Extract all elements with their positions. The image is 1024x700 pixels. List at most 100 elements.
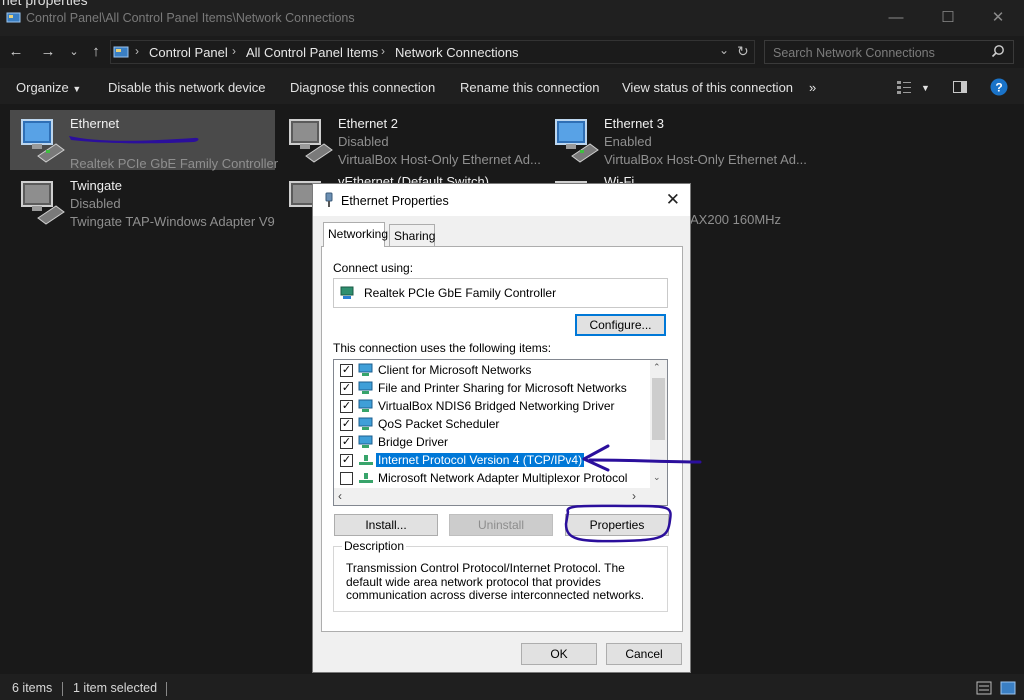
scroll-left-icon[interactable]: ‹ bbox=[338, 489, 342, 503]
connection-adapter: VirtualBox Host-Only Ethernet Ad... bbox=[604, 152, 807, 167]
address-bar[interactable]: › Control Panel › All Control Panel Item… bbox=[110, 40, 755, 64]
search-box[interactable]: Search Network Connections bbox=[764, 40, 1014, 64]
dialog-title: Ethernet Properties bbox=[341, 194, 449, 208]
list-item[interactable]: Microsoft Network Adapter Multiplexor Pr… bbox=[340, 470, 640, 487]
tab-networking[interactable]: Networking bbox=[323, 222, 388, 247]
item-label: File and Printer Sharing for Microsoft N… bbox=[378, 381, 627, 395]
view-status-button[interactable]: View status of this connection bbox=[622, 80, 793, 95]
scroll-down-icon[interactable]: ⌄ bbox=[653, 472, 661, 483]
list-item[interactable]: ✓ VirtualBox NDIS6 Bridged Networking Dr… bbox=[340, 398, 640, 415]
dialog-title-bar: Ethernet Properties ✕ bbox=[313, 184, 690, 216]
back-arrow-icon[interactable]: ← bbox=[6, 41, 26, 63]
item-label: Microsoft Network Adapter Multiplexor Pr… bbox=[378, 471, 628, 485]
connection-ethernet[interactable]: Ethernet Realtek PCIe GbE Family Control… bbox=[10, 110, 279, 171]
network-service-icon bbox=[358, 399, 373, 412]
search-icon[interactable] bbox=[991, 44, 1005, 58]
network-adapter-icon bbox=[21, 119, 65, 163]
checkbox[interactable]: ✓ bbox=[340, 364, 353, 377]
item-count: 6 items bbox=[12, 681, 53, 695]
connection-name: Ethernet 3 bbox=[604, 116, 664, 131]
title-bar: net properties Control Panel\All Control… bbox=[0, 0, 1024, 36]
list-item[interactable]: ✓ File and Printer Sharing for Microsoft… bbox=[340, 380, 640, 397]
components-list[interactable]: ✓ Client for Microsoft Networks ✓ File a… bbox=[333, 359, 668, 506]
checkbox[interactable]: ✓ bbox=[340, 436, 353, 449]
connection-name: Ethernet 2 bbox=[338, 116, 398, 131]
list-item-ipv4[interactable]: ✓ Internet Protocol Version 4 (TCP/IPv4) bbox=[340, 452, 640, 469]
properties-button[interactable]: Properties bbox=[565, 514, 669, 536]
checkbox[interactable]: ✓ bbox=[340, 418, 353, 431]
network-adapter-icon bbox=[555, 119, 599, 163]
change-view-icon[interactable] bbox=[896, 79, 912, 95]
network-adapter-icon bbox=[340, 286, 354, 299]
network-service-icon bbox=[358, 435, 373, 448]
forward-arrow-icon[interactable]: → bbox=[38, 41, 58, 63]
details-view-icon[interactable] bbox=[976, 681, 992, 695]
breadcrumb-separator-icon: › bbox=[135, 44, 139, 58]
breadcrumb-separator-icon: › bbox=[381, 44, 385, 58]
adapter-name: Realtek PCIe GbE Family Controller bbox=[364, 286, 557, 300]
install-button[interactable]: Install... bbox=[334, 514, 438, 536]
item-label: QoS Packet Scheduler bbox=[378, 417, 500, 431]
checkbox[interactable]: ✓ bbox=[340, 454, 353, 467]
connection-status: Disabled bbox=[70, 196, 121, 211]
checkbox[interactable]: ✓ bbox=[340, 382, 353, 395]
items-label: This connection uses the following items… bbox=[333, 341, 552, 355]
list-item[interactable]: ✓ Client for Microsoft Networks bbox=[340, 362, 640, 379]
rename-button[interactable]: Rename this connection bbox=[460, 80, 599, 95]
item-label: Client for Microsoft Networks bbox=[378, 363, 532, 377]
more-commands-button[interactable]: » bbox=[809, 80, 816, 95]
selection-count: 1 item selected bbox=[73, 681, 158, 695]
checkbox[interactable] bbox=[340, 472, 353, 485]
network-client-icon bbox=[358, 363, 373, 376]
refresh-icon[interactable]: ↻ bbox=[737, 43, 749, 60]
status-bar: 6 items 1 item selected bbox=[0, 676, 1024, 700]
status-divider bbox=[166, 682, 167, 696]
chevron-down-icon[interactable]: ⌄ bbox=[719, 43, 729, 57]
close-window-button[interactable]: ✕ bbox=[978, 6, 1018, 30]
scroll-up-icon[interactable]: ⌃ bbox=[653, 362, 661, 373]
network-adapter-icon bbox=[21, 181, 65, 225]
breadcrumb-network-connections[interactable]: Network Connections bbox=[395, 45, 519, 60]
configure-button[interactable]: Configure... bbox=[575, 314, 666, 336]
connection-adapter: VirtualBox Host-Only Ethernet Ad... bbox=[338, 152, 541, 167]
breadcrumb-control-panel[interactable]: Control Panel bbox=[149, 45, 228, 60]
connection-ethernet-3[interactable]: Ethernet 3 Enabled VirtualBox Host-Only … bbox=[544, 110, 809, 170]
help-icon[interactable]: ? bbox=[990, 78, 1008, 96]
network-adapter-icon bbox=[289, 119, 333, 163]
connection-name: Twingate bbox=[70, 178, 123, 193]
network-protocol-icon bbox=[359, 473, 373, 483]
ok-button[interactable]: OK bbox=[521, 643, 597, 665]
connect-using-label: Connect using: bbox=[333, 261, 414, 275]
search-placeholder: Search Network Connections bbox=[773, 46, 935, 60]
up-arrow-icon[interactable]: ↑ bbox=[86, 41, 106, 63]
connection-adapter: Realtek PCIe GbE Family Controller bbox=[70, 156, 279, 171]
control-panel-icon bbox=[6, 12, 21, 23]
list-item[interactable]: ✓ QoS Packet Scheduler bbox=[340, 416, 640, 433]
tab-sharing[interactable]: Sharing bbox=[389, 224, 435, 246]
minimize-button[interactable]: — bbox=[876, 6, 916, 30]
organize-button[interactable]: Organize ▼ bbox=[16, 80, 81, 95]
chevron-down-icon: ▼ bbox=[72, 84, 82, 94]
connection-ethernet-2[interactable]: Ethernet 2 Disabled VirtualBox Host-Only… bbox=[278, 110, 543, 170]
disable-device-button[interactable]: Disable this network device bbox=[108, 80, 266, 95]
vertical-scrollbar[interactable]: ⌃ ⌄ bbox=[650, 360, 667, 488]
scroll-thumb[interactable] bbox=[652, 378, 665, 440]
breadcrumb-all-items[interactable]: All Control Panel Items bbox=[246, 45, 378, 60]
connection-twingate[interactable]: Twingate Disabled Twingate TAP-Windows A… bbox=[10, 172, 275, 232]
cancel-button[interactable]: Cancel bbox=[606, 643, 682, 665]
scroll-right-icon[interactable]: › bbox=[632, 489, 636, 503]
connection-status: Disabled bbox=[338, 134, 389, 149]
control-panel-icon bbox=[113, 46, 129, 58]
recent-locations-chevron-icon[interactable]: ⌄ bbox=[64, 41, 84, 63]
diagnose-button[interactable]: Diagnose this connection bbox=[290, 80, 435, 95]
navigation-bar: ← → ⌄ ↑ › Control Panel › All Control Pa… bbox=[0, 36, 1024, 68]
list-item[interactable]: ✓ Bridge Driver bbox=[340, 434, 640, 451]
preview-pane-icon[interactable] bbox=[952, 79, 968, 95]
tiles-view-icon[interactable] bbox=[1000, 681, 1016, 695]
horizontal-scrollbar[interactable]: ‹ › bbox=[334, 488, 667, 505]
ethernet-properties-dialog: Ethernet Properties ✕ Networking Sharing… bbox=[312, 183, 691, 673]
close-icon[interactable]: ✕ bbox=[666, 190, 680, 210]
view-options-chevron-icon[interactable]: ▼ bbox=[921, 83, 930, 93]
maximize-button[interactable]: ☐ bbox=[928, 6, 968, 30]
checkbox[interactable]: ✓ bbox=[340, 400, 353, 413]
